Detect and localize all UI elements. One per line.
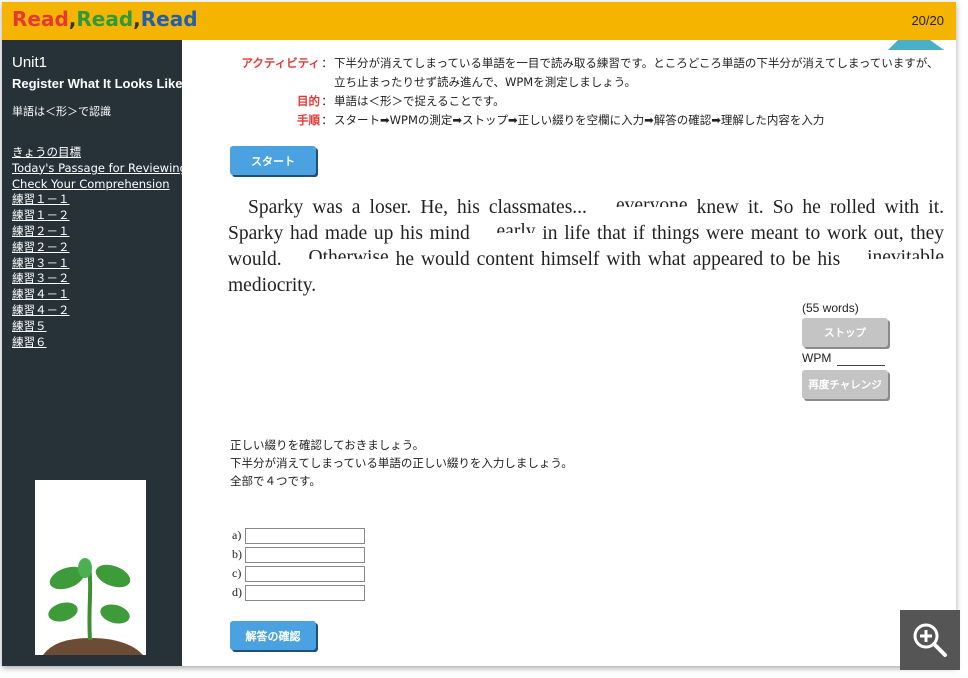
answer-row-b: b)	[232, 545, 365, 564]
sidebar-item-practice-4-2[interactable]: 練習４－２	[12, 303, 187, 319]
truncated-word: inevitable	[867, 247, 944, 259]
passage-segment: mediocrity.	[228, 275, 317, 296]
zoom-in-icon	[913, 623, 947, 657]
sidebar-item-practice-2-2[interactable]: 練習２－２	[12, 240, 187, 256]
answer-label-a: a)	[232, 528, 242, 542]
plant-illustration	[35, 480, 146, 655]
purpose-text: 単語は＜形＞で捉えることです。	[334, 94, 505, 108]
start-button[interactable]: スタート	[230, 146, 316, 175]
note-line-1: 正しい綴りを確認しておきましょう。	[230, 438, 425, 452]
passage-segment: Sparky was a loser. He, his classmates..…	[248, 197, 597, 218]
activity-text: 下半分が消えてしまっている単語を一目で読み取る練習です。ところどころ単語の下半分…	[334, 56, 939, 89]
logo-word-1: Read	[12, 7, 69, 31]
sidebar-item-practice-1-2[interactable]: 練習１－２	[12, 208, 187, 224]
steps-text: スタート➡WPMの測定➡ストップ➡正しい綴りを空欄に入力➡解答の確認➡理解した内…	[334, 113, 825, 127]
steps-colon: ：	[321, 113, 333, 127]
note-line-3: 全部で４つです。	[230, 474, 321, 488]
corner-decoration	[888, 40, 944, 50]
answer-input-c[interactable]	[245, 565, 365, 582]
steps-row: 手順 ： スタート➡WPMの測定➡ストップ➡正しい綴りを空欄に入力➡解答の確認➡…	[230, 111, 945, 130]
sidebar-item-passage-review[interactable]: Today's Passage for Reviewing	[12, 161, 187, 177]
answer-label-c: c)	[232, 566, 242, 580]
page-counter: 20/20	[911, 13, 944, 28]
activity-colon: ：	[321, 56, 333, 70]
reading-passage: Sparky was a loser. He, his classmates..…	[228, 195, 944, 299]
truncated-word: early	[496, 221, 536, 233]
sidebar-item-practice-6[interactable]: 練習６	[12, 335, 187, 351]
sidebar-item-practice-4-1[interactable]: 練習４－１	[12, 287, 187, 303]
purpose-colon: ：	[321, 94, 333, 108]
retry-button[interactable]: 再度チャレンジ	[802, 370, 888, 399]
sidebar-item-comprehension[interactable]: Check Your Comprehension	[12, 177, 187, 193]
unit-subtitle: 単語は＜形＞で認識	[12, 105, 111, 118]
answer-instructions: 正しい綴りを確認しておきましょう。 下半分が消えてしまっている単語の正しい綴りを…	[230, 436, 573, 490]
wpm-label: WPM	[802, 351, 832, 365]
activity-label: アクティビティ	[241, 56, 320, 70]
purpose-label: 目的	[297, 94, 320, 108]
answer-row-a: a)	[232, 526, 365, 545]
purpose-row: 目的 ： 単語は＜形＞で捉えることです。	[230, 92, 945, 111]
sidebar-nav: きょうの目標 Today's Passage for Reviewing Che…	[12, 145, 187, 350]
truncated-word: Otherwise	[308, 247, 389, 259]
stop-button[interactable]: ストップ	[802, 318, 888, 347]
answer-fields: a) b) c) d)	[232, 526, 365, 602]
sidebar: Unit1 Register What It Looks Like 単語は＜形＞…	[2, 40, 187, 666]
instructions: アクティビティ ： 下半分が消えてしまっている単語を一目で読み取る練習です。とこ…	[230, 54, 945, 130]
steps-label: 手順	[297, 113, 320, 127]
logo-word-2: Read	[76, 7, 134, 31]
word-count: (55 words)	[802, 301, 859, 315]
wpm-value-line	[837, 365, 885, 366]
truncated-word: everyone	[616, 195, 688, 207]
answer-label-b: b)	[232, 547, 242, 561]
sidebar-item-practice-3-2[interactable]: 練習３－２	[12, 271, 187, 287]
passage-segment: he would content himself with what appea…	[388, 249, 848, 270]
app-logo[interactable]: Read,Read,Read	[12, 7, 198, 31]
main-content: アクティビティ ： 下半分が消えてしまっている単語を一目で読み取る練習です。とこ…	[182, 40, 956, 666]
logo-comma-2: ,	[133, 7, 141, 31]
answer-label-d: d)	[232, 585, 242, 599]
sidebar-item-practice-2-1[interactable]: 練習２－１	[12, 224, 187, 240]
unit-number: Unit1	[12, 54, 48, 71]
logo-word-3: Read	[140, 7, 198, 31]
sidebar-item-practice-3-1[interactable]: 練習３－１	[12, 256, 187, 272]
note-line-2: 下半分が消えてしまっている単語の正しい綴りを入力しましょう。	[230, 456, 573, 470]
answer-row-c: c)	[232, 564, 365, 583]
answer-input-b[interactable]	[245, 546, 365, 563]
sidebar-item-goals[interactable]: きょうの目標	[12, 145, 187, 161]
sidebar-item-practice-5[interactable]: 練習５	[12, 319, 187, 335]
sidebar-item-practice-1-1[interactable]: 練習１－１	[12, 192, 187, 208]
answer-row-d: d)	[232, 583, 365, 602]
app-window: Read,Read,Read 20/20 Unit1 Register What…	[2, 2, 956, 666]
activity-row: アクティビティ ： 下半分が消えてしまっている単語を一目で読み取る練習です。とこ…	[230, 54, 945, 92]
answer-input-d[interactable]	[245, 584, 365, 601]
unit-title: Register What It Looks Like	[12, 76, 183, 91]
zoom-button[interactable]	[900, 610, 960, 670]
answer-input-a[interactable]	[245, 527, 365, 544]
check-answers-button[interactable]: 解答の確認	[230, 621, 316, 650]
top-bar: Read,Read,Read 20/20	[2, 2, 956, 40]
